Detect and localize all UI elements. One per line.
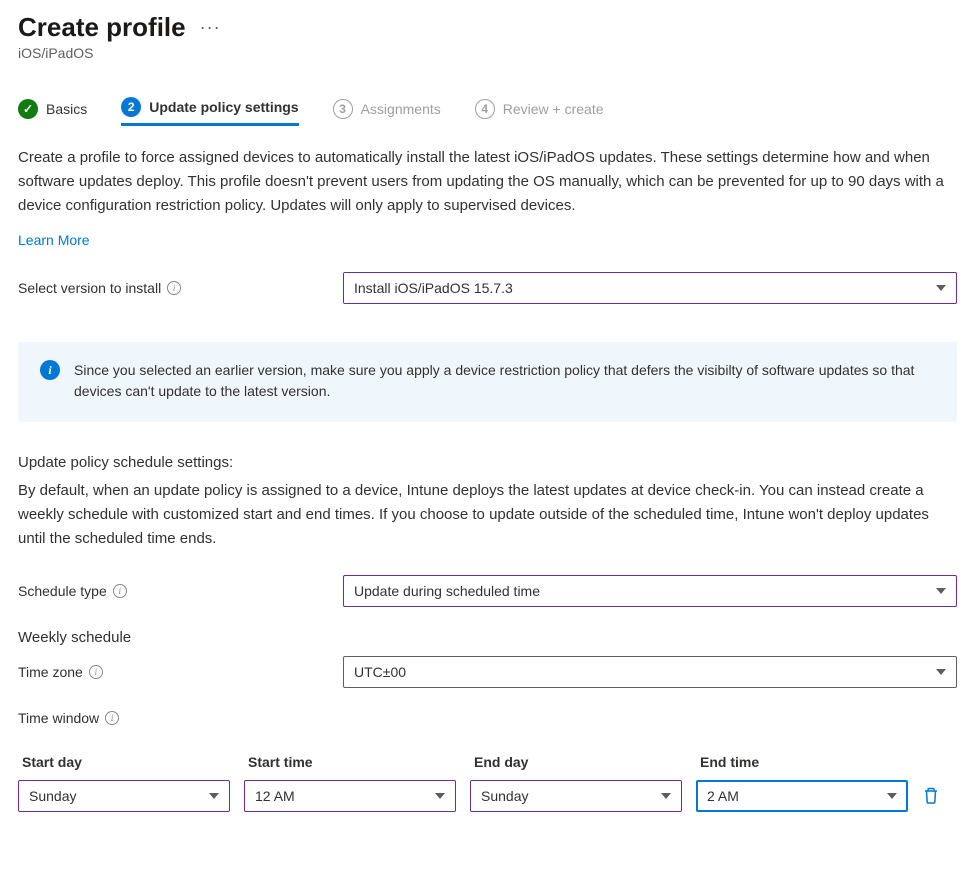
timezone-value: UTC±00 xyxy=(354,664,406,680)
trash-icon xyxy=(923,787,939,805)
weekly-schedule-heading: Weekly schedule xyxy=(18,629,957,646)
delete-row-button[interactable] xyxy=(922,786,940,806)
info-icon xyxy=(40,360,60,380)
time-window-label: Time window xyxy=(18,710,99,726)
time-window-header: Start day Start time End day End time xyxy=(18,754,957,770)
timezone-dropdown[interactable]: UTC±00 xyxy=(343,656,957,688)
end-time-value: 2 AM xyxy=(707,788,739,804)
end-day-value: Sunday xyxy=(481,788,528,804)
more-actions-icon[interactable]: ··· xyxy=(200,17,221,38)
start-day-dropdown[interactable]: Sunday xyxy=(18,780,230,812)
schedule-type-label: Schedule type xyxy=(18,583,107,599)
col-end-time: End time xyxy=(696,754,908,770)
end-day-dropdown[interactable]: Sunday xyxy=(470,780,682,812)
chevron-down-icon xyxy=(936,588,946,594)
start-day-value: Sunday xyxy=(29,788,76,804)
step-assignments[interactable]: 3 Assignments xyxy=(333,97,441,126)
schedule-type-value: Update during scheduled time xyxy=(354,583,540,599)
schedule-type-dropdown[interactable]: Update during scheduled time xyxy=(343,575,957,607)
step-label: Assignments xyxy=(361,101,441,117)
wizard-stepper: Basics 2 Update policy settings 3 Assign… xyxy=(18,97,957,126)
step-review-create[interactable]: 4 Review + create xyxy=(475,97,604,126)
select-version-dropdown[interactable]: Install iOS/iPadOS 15.7.3 xyxy=(343,272,957,304)
col-start-day: Start day xyxy=(18,754,230,770)
page-title: Create profile xyxy=(18,12,186,43)
step-number-icon: 4 xyxy=(475,99,495,119)
info-icon[interactable] xyxy=(105,711,119,725)
chevron-down-icon xyxy=(209,793,219,799)
schedule-heading: Update policy schedule settings: xyxy=(18,454,957,471)
learn-more-link[interactable]: Learn More xyxy=(18,232,90,248)
select-version-value: Install iOS/iPadOS 15.7.3 xyxy=(354,280,513,296)
col-end-day: End day xyxy=(470,754,682,770)
info-icon[interactable] xyxy=(113,584,127,598)
chevron-down-icon xyxy=(435,793,445,799)
page-subtitle: iOS/iPadOS xyxy=(18,45,957,61)
check-icon xyxy=(18,99,38,119)
info-icon[interactable] xyxy=(89,665,103,679)
step-label: Review + create xyxy=(503,101,604,117)
step-label: Update policy settings xyxy=(149,99,298,115)
end-time-dropdown[interactable]: 2 AM xyxy=(696,780,908,812)
chevron-down-icon xyxy=(661,793,671,799)
start-time-dropdown[interactable]: 12 AM xyxy=(244,780,456,812)
step-basics[interactable]: Basics xyxy=(18,97,87,126)
step-number-icon: 2 xyxy=(121,97,141,117)
select-version-label: Select version to install xyxy=(18,280,161,296)
info-callout: Since you selected an earlier version, m… xyxy=(18,342,957,422)
timezone-label: Time zone xyxy=(18,664,83,680)
intro-description: Create a profile to force assigned devic… xyxy=(18,146,957,218)
info-callout-text: Since you selected an earlier version, m… xyxy=(74,360,937,402)
step-label: Basics xyxy=(46,101,87,117)
chevron-down-icon xyxy=(936,669,946,675)
step-number-icon: 3 xyxy=(333,99,353,119)
time-window-row: Sunday 12 AM Sunday 2 AM xyxy=(18,780,957,812)
schedule-description: By default, when an update policy is ass… xyxy=(18,479,957,551)
chevron-down-icon xyxy=(936,285,946,291)
col-start-time: Start time xyxy=(244,754,456,770)
info-icon[interactable] xyxy=(167,281,181,295)
chevron-down-icon xyxy=(887,793,897,799)
step-update-policy-settings[interactable]: 2 Update policy settings xyxy=(121,97,298,126)
start-time-value: 12 AM xyxy=(255,788,295,804)
